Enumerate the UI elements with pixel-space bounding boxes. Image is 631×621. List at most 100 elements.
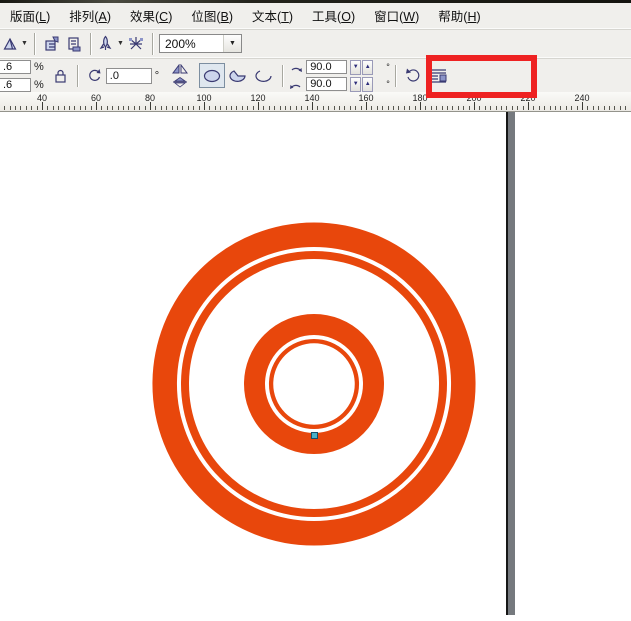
import-button[interactable]: [41, 32, 63, 56]
ruler-tick: [91, 106, 92, 110]
menu-item-help[interactable]: 帮助(H): [429, 2, 490, 29]
ruler-tick: [415, 106, 416, 110]
text-wrap-button[interactable]: [428, 64, 450, 88]
export-button[interactable]: [63, 32, 85, 56]
ruler-tick: [107, 106, 108, 110]
ruler-tick: [296, 106, 297, 110]
degree-label: °: [386, 79, 390, 89]
ruler-tick: [533, 106, 534, 110]
ruler-tick: [145, 106, 146, 110]
import-icon: [43, 35, 61, 53]
start-angle-icon: [289, 61, 303, 74]
shape-tool-button[interactable]: ▼: [2, 32, 29, 56]
mirror-vertical-button[interactable]: [169, 76, 191, 88]
ruler-label: 180: [412, 93, 427, 103]
ruler-tick: [4, 106, 5, 110]
lock-ratio-button[interactable]: [50, 64, 72, 88]
corel-online-button[interactable]: [125, 32, 147, 56]
ruler-label: 200: [466, 93, 481, 103]
spin-up-button[interactable]: ▲: [362, 60, 373, 75]
menu-bar: 版面(L)排列(A)效果(C)位图(B)文本(T)工具(O)窗口(W)帮助(H): [0, 3, 631, 28]
ruler-tick: [69, 106, 70, 110]
ruler-tick: [350, 106, 351, 110]
circle-ring-1[interactable]: [185, 255, 443, 513]
spin-down-button[interactable]: ▼: [350, 60, 361, 75]
scale-h-field[interactable]: .6: [0, 60, 31, 74]
chevron-down-icon[interactable]: ▼: [223, 35, 241, 52]
ruler-tick: [620, 106, 621, 110]
mirror-horizontal-button[interactable]: [169, 63, 191, 75]
ruler-tick: [463, 106, 464, 110]
ruler-tick: [528, 102, 529, 110]
circle-ring-0[interactable]: [165, 235, 464, 534]
ruler-tick: [539, 106, 540, 110]
ellipse-node-handle[interactable]: [311, 432, 318, 439]
ruler-tick: [53, 106, 54, 110]
ruler-tick: [172, 106, 173, 110]
ruler-tick: [204, 102, 205, 110]
ruler-tick: [371, 106, 372, 110]
ruler-tick: [571, 106, 572, 110]
menu-item-tools[interactable]: 工具(O): [303, 2, 365, 29]
ruler-tick: [31, 106, 32, 110]
scale-h-value: .6: [3, 61, 12, 73]
horizontal-ruler[interactable]: 406080100120140160180200220240: [0, 92, 631, 112]
ruler-tick: [285, 106, 286, 110]
ruler-tick: [377, 106, 378, 110]
circle-ring-3[interactable]: [271, 341, 357, 427]
arc-mode-button[interactable]: [251, 63, 277, 88]
ruler-tick: [609, 106, 610, 110]
percent-label: %: [34, 79, 44, 91]
ruler-tick: [242, 106, 243, 110]
app-window: 版面(L)排列(A)效果(C)位图(B)文本(T)工具(O)窗口(W)帮助(H)…: [0, 0, 631, 621]
drawing-canvas[interactable]: [0, 112, 631, 621]
ruler-tick: [47, 106, 48, 110]
spin-down-button[interactable]: ▼: [350, 77, 361, 92]
start-angle-field[interactable]: 90.0: [306, 60, 347, 74]
ruler-tick: [334, 106, 335, 110]
ellipse-mode-button[interactable]: [199, 63, 225, 88]
menu-item-layout[interactable]: 版面(L): [1, 2, 60, 29]
menu-item-window[interactable]: 窗口(W): [365, 2, 429, 29]
pie-mode-button[interactable]: [225, 63, 251, 88]
menu-item-effects[interactable]: 效果(C): [121, 2, 182, 29]
ruler-tick: [479, 106, 480, 110]
ruler-tick: [15, 106, 16, 110]
spin-up-button[interactable]: ▲: [362, 77, 373, 92]
ruler-tick: [604, 106, 605, 110]
ruler-tick: [425, 106, 426, 110]
menu-item-bitmaps[interactable]: 位图(B): [182, 2, 243, 29]
rotation-angle-field[interactable]: .0: [106, 68, 152, 84]
ruler-tick: [625, 106, 626, 110]
ruler-tick: [339, 106, 340, 110]
chevron-down-icon: ▼: [116, 40, 125, 47]
zoom-level-select[interactable]: 200% ▼: [159, 34, 242, 53]
ruler-tick: [317, 106, 318, 110]
degree-label: °: [155, 70, 159, 82]
ruler-tick: [150, 102, 151, 110]
ruler-tick: [20, 106, 21, 110]
ruler-tick: [193, 106, 194, 110]
menu-item-text[interactable]: 文本(T): [243, 2, 303, 29]
ruler-tick: [37, 106, 38, 110]
change-direction-button[interactable]: [402, 64, 424, 88]
application-launcher-button[interactable]: ▼: [97, 32, 125, 56]
ruler-tick: [523, 106, 524, 110]
ruler-tick: [431, 106, 432, 110]
scale-v-field[interactable]: .6: [0, 78, 31, 92]
toolbar-separator: [34, 33, 36, 55]
chevron-down-icon: ▼: [20, 40, 29, 47]
ruler-tick: [593, 106, 594, 110]
percent-label: %: [34, 61, 44, 73]
ruler-tick: [512, 106, 513, 110]
ruler-tick: [388, 106, 389, 110]
menu-item-arrange[interactable]: 排列(A): [60, 2, 121, 29]
ruler-tick: [161, 106, 162, 110]
end-angle-field[interactable]: 90.0: [306, 77, 347, 91]
mirror-horizontal-icon: [171, 64, 189, 75]
ruler-tick: [139, 106, 140, 110]
end-angle-icon: [289, 78, 303, 91]
ruler-tick: [26, 106, 27, 110]
rocket-icon: [97, 35, 114, 52]
ruler-tick: [328, 106, 329, 110]
